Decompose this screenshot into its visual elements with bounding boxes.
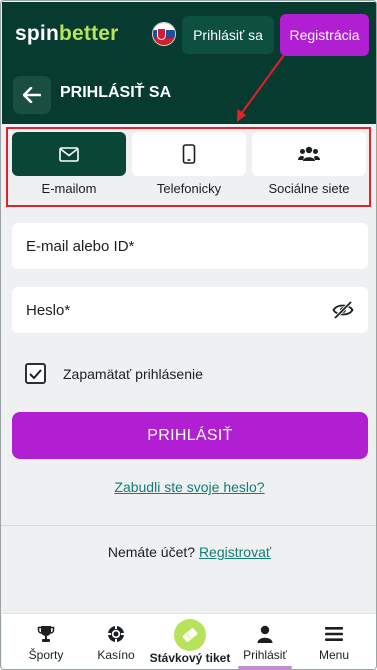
page-title: PRIHLÁSIŤ SA bbox=[60, 84, 172, 101]
nav-label-casino: Kasíno bbox=[97, 648, 135, 662]
spinbetter-logo[interactable]: spinbetter bbox=[15, 22, 119, 46]
user-icon bbox=[257, 625, 273, 643]
password-field[interactable] bbox=[12, 287, 368, 333]
nav-label-login: Prihlásiť bbox=[243, 648, 287, 662]
nav-item-casino[interactable]: Kasíno bbox=[82, 614, 150, 669]
arrow-left-icon bbox=[23, 87, 41, 103]
logo-spin-text: spin bbox=[15, 22, 59, 45]
slovakia-flag-icon[interactable] bbox=[152, 22, 176, 46]
register-button[interactable]: Registrácia bbox=[280, 14, 369, 56]
submit-login-button[interactable]: PRIHLÁSIŤ bbox=[12, 412, 368, 459]
remember-label[interactable]: Zapamätať prihlásenie bbox=[63, 366, 203, 382]
nav-item-ticket[interactable]: Stávkový tiket bbox=[149, 614, 231, 669]
menu-icon bbox=[325, 627, 343, 641]
top-bar: spinbetter Prihlásiť sa Registrácia bbox=[2, 2, 376, 64]
trophy-icon bbox=[37, 626, 55, 642]
password-field-container bbox=[12, 287, 368, 333]
nav-label-ticket: Stávkový tiket bbox=[149, 651, 231, 665]
forgot-password-link[interactable]: Zabudli ste svoje heslo? bbox=[1, 479, 376, 495]
bottom-nav: Športy Kasíno Stávkový tiket Prihlásiť M… bbox=[2, 613, 376, 669]
logo-better-text: better bbox=[58, 22, 119, 45]
no-account-label: Nemáte účet? bbox=[107, 544, 196, 560]
eye-slash-icon[interactable] bbox=[332, 300, 354, 320]
highlight-box bbox=[6, 127, 371, 207]
login-button[interactable]: Prihlásiť sa bbox=[182, 16, 274, 54]
no-account-text: Nemáte účet? Registrovať bbox=[1, 544, 376, 560]
remember-checkbox[interactable] bbox=[25, 363, 46, 384]
app-frame: spinbetter Prihlásiť sa Registrácia PRIH… bbox=[0, 0, 377, 670]
email-field[interactable] bbox=[12, 223, 368, 269]
register-link[interactable]: Registrovať bbox=[199, 544, 271, 560]
email-field-container bbox=[12, 223, 368, 269]
casino-chip-icon bbox=[108, 626, 124, 642]
nav-label-sports: Športy bbox=[28, 648, 64, 662]
nav-item-login[interactable]: Prihlásiť bbox=[230, 614, 300, 669]
nav-label-menu: Menu bbox=[318, 648, 350, 662]
ticket-icon bbox=[182, 628, 198, 642]
back-button[interactable] bbox=[13, 76, 51, 114]
divider bbox=[1, 525, 376, 526]
nav-item-sports[interactable]: Športy bbox=[10, 614, 82, 669]
checkmark-icon bbox=[29, 368, 42, 379]
page-header: PRIHLÁSIŤ SA bbox=[2, 64, 376, 124]
nav-item-menu[interactable]: Menu bbox=[300, 614, 368, 669]
